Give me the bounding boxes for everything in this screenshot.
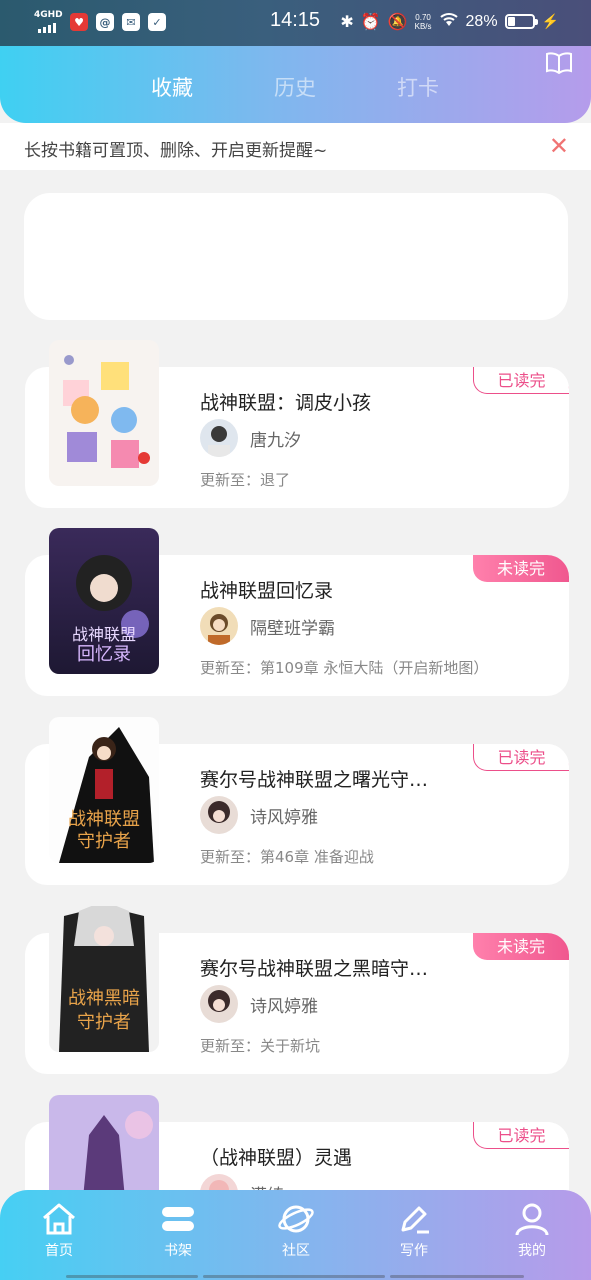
book-author: 诗风婷雅 (200, 984, 318, 1024)
gesture-bar (203, 1275, 385, 1278)
charging-icon: ⚡ (541, 13, 559, 29)
book-author: 隔壁班学霸 (200, 606, 335, 646)
book-update: 更新至：退了 (200, 471, 291, 489)
alarm-icon: ⏰ (360, 13, 381, 31)
status-bar: 4GHD ♥ @ ✉ ✓ 14:15 ✱ ⏰ 🔕 0.70 KB/s 28% ⚡ (0, 0, 591, 46)
avatar (200, 419, 238, 457)
status-badge: 未读完 (473, 933, 569, 960)
wifi-icon (439, 11, 459, 32)
nav-label: 我的 (518, 1242, 546, 1258)
status-badge: 已读完 (473, 1122, 569, 1149)
book-cover[interactable]: 战神黑暗 守护者 (49, 906, 159, 1052)
book-update: 更新至：第46章 准备迎战 (200, 848, 374, 866)
svg-text:守护者: 守护者 (77, 1012, 131, 1033)
avatar (200, 796, 238, 834)
nav-profile[interactable]: 我的 (492, 1202, 572, 1260)
nav-home[interactable]: 首页 (19, 1202, 99, 1260)
book-title: 赛尔号战神联盟之黑暗守… (200, 958, 429, 980)
shelf-header: 收藏 历史 打卡 (0, 46, 591, 123)
clock: 14:15 (270, 9, 321, 31)
book-item[interactable]: 战神黑暗 守护者 赛尔号战神联盟之黑暗守… 诗风婷雅 更新至：关于新坑 未读完 (25, 906, 569, 1074)
close-icon[interactable]: ✕ (549, 132, 569, 160)
status-badge: 已读完 (473, 367, 569, 394)
user-icon (515, 1203, 549, 1236)
mute-icon: 🔕 (387, 13, 408, 31)
network-type: 4GHD (34, 10, 63, 20)
book-update: 更新至：关于新坑 (200, 1037, 321, 1055)
bluetooth-icon: ✱ (340, 13, 354, 31)
book-title: 战神联盟：调皮小孩 (200, 392, 372, 414)
tab-checkin[interactable]: 打卡 (397, 72, 439, 102)
tab-favorites[interactable]: 收藏 (151, 72, 193, 102)
book-title: （战神联盟）灵遇 (200, 1147, 353, 1169)
svg-text:战神联盟: 战神联盟 (68, 809, 140, 830)
avatar (200, 985, 238, 1023)
tip-bar: 长按书籍可置顶、删除、开启更新提醒~ ✕ (0, 123, 591, 170)
tab-history[interactable]: 历史 (274, 72, 316, 102)
signal-icon: 4GHD (34, 10, 63, 33)
message-icon: ✓ (148, 13, 166, 31)
book-item[interactable]: 战神联盟：调皮小孩 唐九汐 更新至：退了 已读完 (25, 340, 569, 508)
nav-label: 书架 (164, 1242, 192, 1258)
banner-card (24, 193, 568, 320)
book-item[interactable]: 战神联盟 守护者 赛尔号战神联盟之曙光守… 诗风婷雅 更新至：第46章 准备迎战… (25, 717, 569, 885)
gesture-bar (390, 1275, 524, 1278)
book-author: 唐九汐 (200, 418, 301, 458)
gesture-bar (66, 1275, 198, 1278)
book-cover[interactable] (49, 340, 159, 486)
status-right: ✱ ⏰ 🔕 0.70 KB/s 28% ⚡ (340, 11, 559, 32)
open-book-icon[interactable] (545, 52, 573, 75)
nav-bookshelf[interactable]: 书架 (138, 1202, 218, 1260)
nav-label: 首页 (45, 1242, 73, 1258)
wechat-icon: ✉ (122, 13, 140, 31)
network-speed: 0.70 KB/s (414, 12, 432, 31)
svg-text:战神联盟: 战神联盟 (72, 625, 136, 644)
book-cover[interactable]: 战神联盟 回忆录 (49, 528, 159, 674)
book-cover[interactable]: 战神联盟 守护者 (49, 717, 159, 863)
book-title: 战神联盟回忆录 (200, 580, 334, 602)
nav-label: 社区 (282, 1242, 310, 1258)
avatar (200, 607, 238, 645)
bookshelf-icon (162, 1207, 194, 1231)
battery-percent: 28% (465, 12, 498, 30)
svg-text:战神黑暗: 战神黑暗 (68, 988, 140, 1009)
book-author: 诗风婷雅 (200, 795, 318, 835)
home-icon (43, 1203, 75, 1235)
nav-label: 写作 (400, 1242, 428, 1258)
svg-text:回忆录: 回忆录 (77, 644, 131, 665)
book-item[interactable]: 战神联盟 回忆录 战神联盟回忆录 隔壁班学霸 更新至：第109章 永恒大陆（开启… (25, 528, 569, 696)
mail-app-icon: @ (96, 13, 114, 31)
status-badge: 未读完 (473, 555, 569, 582)
battery-icon (504, 14, 538, 29)
notification-app-icon: ♥ (70, 13, 88, 31)
status-left: 4GHD ♥ @ ✉ ✓ (34, 11, 166, 33)
bottom-nav: 首页 书架 社区 写作 我的 (0, 1190, 591, 1280)
book-title: 赛尔号战神联盟之曙光守… (200, 769, 429, 791)
pen-icon (401, 1206, 429, 1234)
nav-community[interactable]: 社区 (256, 1202, 336, 1260)
nav-write[interactable]: 写作 (374, 1202, 454, 1260)
svg-text:守护者: 守护者 (77, 831, 131, 852)
status-badge: 已读完 (473, 744, 569, 771)
planet-icon (278, 1205, 314, 1233)
book-update: 更新至：第109章 永恒大陆（开启新地图） (200, 659, 489, 677)
tip-text: 长按书籍可置顶、删除、开启更新提醒~ (24, 141, 328, 161)
